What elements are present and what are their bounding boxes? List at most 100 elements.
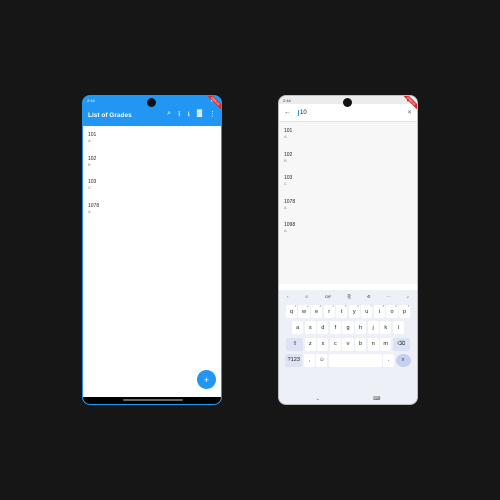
key-l[interactable]: l xyxy=(392,321,404,335)
grade-letter: B xyxy=(88,161,91,167)
more-icon[interactable]: ··· xyxy=(387,294,391,299)
key-u[interactable]: u7 xyxy=(361,305,373,319)
page-title: List of Grades xyxy=(88,111,132,119)
key-i[interactable]: i8 xyxy=(373,305,386,319)
camera-cutout xyxy=(147,98,156,107)
hide-keyboard-icon[interactable]: ⌄ xyxy=(316,396,320,402)
key-j[interactable]: j xyxy=(367,321,379,335)
key-label: g xyxy=(346,324,350,331)
on-screen-keyboard: ‹ ☺ GIF ⎘ ⚙ ··· ♪ q1w2e3r4t5y6u7i8o9p0 a… xyxy=(279,290,417,404)
gif-button[interactable]: GIF xyxy=(325,294,332,299)
search-input[interactable]: 10 xyxy=(298,109,407,116)
key-label: v xyxy=(346,341,350,348)
key-label: m xyxy=(383,341,389,348)
key-hint: 5 xyxy=(344,305,347,309)
key-label: j xyxy=(372,324,374,331)
key-r[interactable]: r4 xyxy=(323,305,335,319)
grades-list-screen: 2:44 ▼◢ DEBUG List of Grades ⌕ ⭱ ⭳ ▓ ⋮ 1… xyxy=(82,95,222,405)
key-label: r xyxy=(328,308,331,315)
bar-chart-icon[interactable]: ▓ xyxy=(197,110,202,121)
key-s[interactable]: s xyxy=(304,321,316,335)
key-label: i xyxy=(378,308,381,315)
key-b[interactable]: b xyxy=(354,337,367,351)
key-p[interactable]: p0 xyxy=(399,305,411,319)
key-f[interactable]: f xyxy=(329,321,342,335)
collapse-toolbar-icon[interactable]: ‹ xyxy=(287,294,288,299)
key-g[interactable]: g xyxy=(342,321,354,335)
back-arrow-icon[interactable]: ← xyxy=(284,109,298,116)
key-d[interactable]: d xyxy=(317,321,329,335)
key-label: ⌕ xyxy=(401,356,405,363)
key-n[interactable]: n xyxy=(367,337,379,351)
microphone-icon[interactable]: ♪ xyxy=(407,294,409,299)
list-item[interactable]: 101 A xyxy=(284,128,412,139)
list-item[interactable]: 103 C xyxy=(88,179,216,190)
add-grade-button[interactable]: + xyxy=(197,370,216,389)
key-q[interactable]: q1 xyxy=(285,305,297,319)
key-label: f xyxy=(334,324,337,331)
key-label: ⌫ xyxy=(397,341,406,348)
settings-icon[interactable]: ⚙ xyxy=(367,294,371,299)
key-h[interactable]: h xyxy=(354,321,367,335)
space-key[interactable] xyxy=(328,353,382,367)
key-x[interactable]: x xyxy=(317,337,329,351)
list-item[interactable]: 101 A xyxy=(88,132,216,143)
key-label: e xyxy=(314,308,319,315)
key-hint: 3 xyxy=(319,305,322,309)
navigation-bar xyxy=(83,397,221,404)
key-o[interactable]: o9 xyxy=(386,305,398,319)
keyboard-nav: ⌄ ⌨ xyxy=(279,396,417,402)
key-hint: 9 xyxy=(395,305,397,309)
list-item[interactable]: 1078 A xyxy=(88,203,216,214)
search-key[interactable]: ⌕ xyxy=(395,353,411,367)
emoji-key[interactable]: ☺ xyxy=(316,353,328,367)
key-z[interactable]: z xyxy=(304,337,316,351)
key-label: ⇧ xyxy=(292,341,298,348)
comma-key[interactable]: , xyxy=(303,353,315,367)
status-time: 2:44 xyxy=(283,97,291,103)
backspace-key[interactable]: ⌫ xyxy=(392,337,410,351)
list-item[interactable]: 102 B xyxy=(88,156,216,167)
key-c[interactable]: c xyxy=(329,337,342,351)
key-label: a xyxy=(296,324,300,331)
clear-icon[interactable]: ✕ xyxy=(407,109,412,116)
key-m[interactable]: m xyxy=(380,337,392,351)
search-screen: 2:44 ▼◢ DEBUG ← 10 ✕ 101 A 102 B 103 C 1… xyxy=(278,95,418,405)
key-label: ☺ xyxy=(318,357,325,364)
list-item[interactable]: 103 C xyxy=(284,175,412,186)
key-a[interactable]: a xyxy=(292,321,304,335)
clipboard-icon[interactable]: ⎘ xyxy=(348,294,351,299)
key-e[interactable]: e3 xyxy=(310,305,323,319)
key-w[interactable]: w2 xyxy=(298,305,310,319)
keyboard-switch-icon[interactable]: ⌨ xyxy=(373,396,380,402)
key-label: q xyxy=(289,308,293,315)
key-y[interactable]: y6 xyxy=(348,305,360,319)
more-menu-icon[interactable]: ⋮ xyxy=(209,110,216,121)
key-label: . xyxy=(387,357,390,364)
key-t[interactable]: t5 xyxy=(336,305,348,319)
key-label: b xyxy=(359,341,363,348)
key-label: z xyxy=(308,341,312,348)
key-k[interactable]: k xyxy=(380,321,392,335)
shift-key[interactable]: ⇧ xyxy=(286,337,304,351)
key-label: l xyxy=(397,324,399,331)
key-hint: 1 xyxy=(294,305,296,309)
grade-letter: A xyxy=(284,204,287,210)
list-item[interactable]: 102 B xyxy=(284,152,412,163)
sticker-icon[interactable]: ☺ xyxy=(305,294,309,299)
key-v[interactable]: v xyxy=(342,337,354,351)
key-row-3: ⇧ z x c v b n m ⌫ xyxy=(279,337,417,351)
key-label: y xyxy=(352,308,356,315)
key-row-1: q1w2e3r4t5y6u7i8o9p0 xyxy=(279,305,417,319)
key-label: t xyxy=(340,308,343,315)
key-label: w xyxy=(301,308,306,315)
key-hint: 2 xyxy=(307,305,309,309)
home-handle[interactable] xyxy=(123,399,183,401)
list-item[interactable]: 1078 A xyxy=(284,199,412,210)
period-key[interactable]: . xyxy=(383,353,395,367)
symbols-key[interactable]: ?123 xyxy=(285,353,303,367)
search-icon[interactable]: ⌕ xyxy=(167,110,171,121)
list-item[interactable]: 1098 A xyxy=(284,222,412,233)
download-icon[interactable]: ⭳ xyxy=(187,110,189,121)
upload-icon[interactable]: ⭱ xyxy=(178,110,180,121)
